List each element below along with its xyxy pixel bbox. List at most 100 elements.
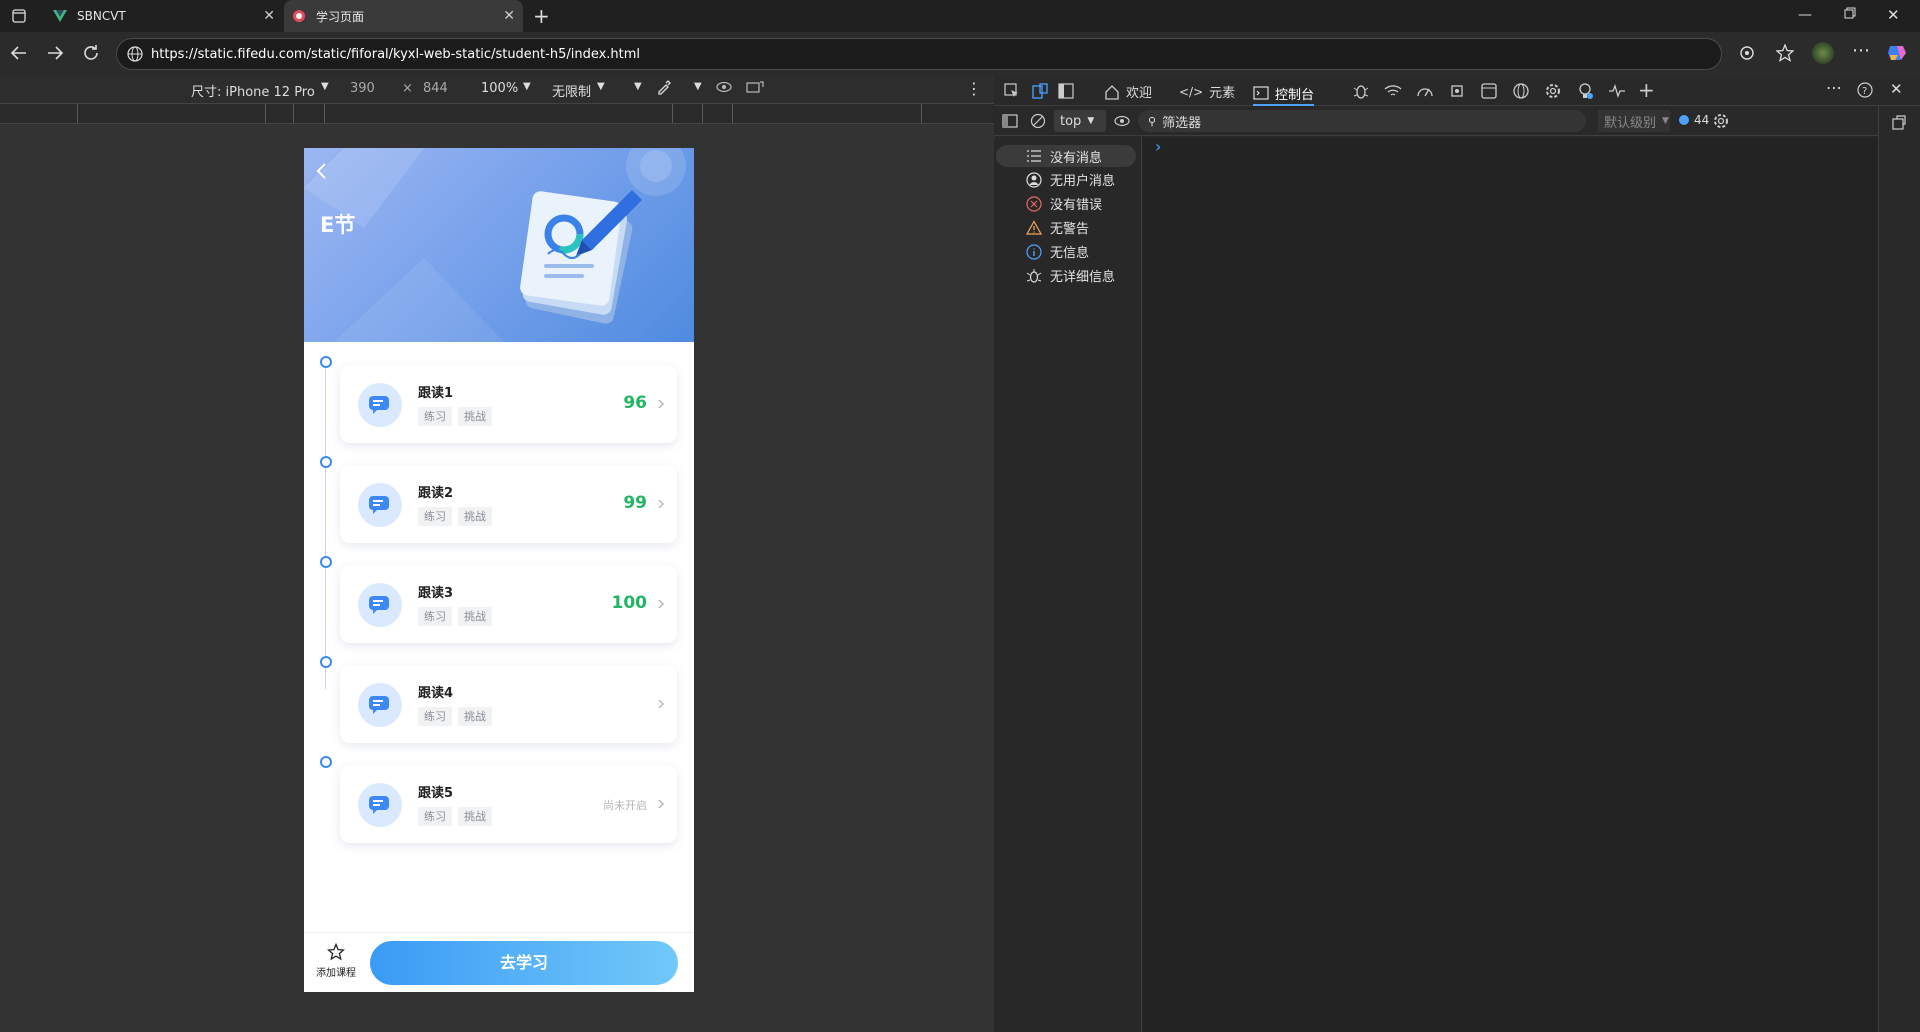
minimize-icon[interactable]: — bbox=[1798, 7, 1812, 23]
more-menu-icon[interactable]: ⋯ bbox=[1852, 40, 1870, 61]
lesson-card[interactable]: 跟读5 练习 挑战 尚未开启 bbox=[340, 765, 677, 843]
console-settings-gear-icon[interactable] bbox=[1712, 112, 1730, 130]
browser-tab-active[interactable]: 学习页面 ✕ bbox=[284, 0, 523, 32]
close-devtools-icon[interactable]: ✕ bbox=[1890, 80, 1903, 98]
bug-icon[interactable] bbox=[1352, 82, 1370, 100]
lesson-card[interactable]: 跟读2 练习 挑战 99 bbox=[340, 465, 677, 543]
width-input[interactable]: 390 bbox=[350, 81, 375, 96]
practice-tag: 练习 bbox=[418, 407, 452, 426]
warning-icon bbox=[1026, 219, 1042, 235]
close-tab-icon[interactable]: ✕ bbox=[503, 8, 515, 24]
lesson-card[interactable]: 跟读1 练习 挑战 96 bbox=[340, 365, 677, 443]
issues-counter[interactable]: 44 bbox=[1678, 113, 1709, 127]
settings-gear-icon[interactable] bbox=[1544, 82, 1562, 100]
sidebar-item-label: 无警告 bbox=[1050, 222, 1090, 237]
challenge-tag: 挑战 bbox=[458, 607, 492, 626]
activity-pulse-icon[interactable] bbox=[1608, 82, 1626, 100]
back-arrow-icon[interactable] bbox=[10, 44, 28, 62]
clear-console-icon[interactable] bbox=[1030, 113, 1046, 129]
devtools-more-icon[interactable]: ⋯ bbox=[1826, 78, 1842, 97]
rotate-icon[interactable] bbox=[746, 80, 764, 94]
tab-welcome-label: 欢迎 bbox=[1126, 86, 1153, 101]
wifi-icon[interactable] bbox=[1384, 82, 1402, 100]
media-query-ruler[interactable] bbox=[0, 103, 994, 124]
restore-icon[interactable] bbox=[1844, 7, 1856, 19]
user-icon bbox=[1026, 171, 1042, 188]
issues-count: 44 bbox=[1694, 113, 1710, 127]
vision-eye-icon[interactable] bbox=[716, 80, 732, 94]
sidebar-item-warnings[interactable]: 无警告 bbox=[1026, 218, 1089, 237]
throttle-select[interactable]: 无限制 bbox=[552, 81, 591, 100]
globe-icon bbox=[127, 46, 143, 62]
devtools-right-strip bbox=[1878, 106, 1920, 1032]
go-learn-button[interactable]: 去学习 bbox=[370, 941, 678, 985]
filter-input[interactable]: ⚲ 筛选器 bbox=[1138, 110, 1586, 132]
live-expression-eye-icon[interactable] bbox=[1114, 114, 1130, 128]
new-tab-icon[interactable]: + bbox=[533, 4, 550, 28]
copilot-icon[interactable] bbox=[1886, 42, 1908, 64]
sidebar-toggle-icon[interactable] bbox=[1002, 113, 1018, 129]
height-input[interactable]: 844 bbox=[423, 81, 448, 96]
back-chevron-icon[interactable] bbox=[316, 162, 328, 180]
network-globe-icon[interactable] bbox=[1512, 82, 1530, 100]
lesson-card[interactable]: 跟读4 练习 挑战 bbox=[340, 665, 677, 743]
close-window-icon[interactable]: ✕ bbox=[1887, 6, 1900, 24]
application-icon[interactable] bbox=[1480, 82, 1498, 100]
dock-side-icon[interactable] bbox=[1058, 83, 1074, 99]
dock-undock-icon[interactable] bbox=[1891, 114, 1907, 130]
device-more-icon[interactable]: ⋮ bbox=[966, 79, 982, 98]
browser-tab-sbncvt[interactable]: SBNCVT ✕ bbox=[45, 0, 283, 32]
lesson-score: 99 bbox=[623, 493, 647, 513]
list-icon bbox=[1027, 150, 1041, 162]
page-title: E节 bbox=[320, 213, 356, 237]
document-pen-illustration bbox=[520, 190, 642, 324]
log-level-select[interactable]: 默认级别 ▼ bbox=[1598, 110, 1670, 132]
lesson-card[interactable]: 跟读3 练习 挑战 100 bbox=[340, 565, 677, 643]
tab-welcome[interactable]: 欢迎 bbox=[1104, 82, 1152, 101]
console-output[interactable]: › bbox=[1143, 137, 1878, 1032]
filter-icon: ⚲ bbox=[1148, 114, 1157, 128]
zoom-select[interactable]: 100% bbox=[481, 81, 518, 96]
device-dimensions-select[interactable]: 尺寸: iPhone 12 Pro bbox=[191, 81, 315, 100]
device-toggle-icon[interactable] bbox=[1032, 83, 1048, 99]
refresh-icon[interactable] bbox=[82, 44, 100, 62]
eyedropper-icon[interactable] bbox=[656, 79, 672, 95]
inspect-element-icon[interactable] bbox=[1004, 83, 1020, 99]
challenge-tag: 挑战 bbox=[458, 407, 492, 426]
help-icon[interactable]: ? bbox=[1856, 81, 1874, 99]
sidebar-item-errors[interactable]: 没有错误 bbox=[1026, 194, 1102, 213]
favorites-icon[interactable] bbox=[1776, 44, 1794, 62]
chevron-down-icon[interactable]: ▼ bbox=[694, 81, 702, 92]
tab-elements[interactable]: </> 元素 bbox=[1179, 82, 1235, 102]
chat-bubble-icon bbox=[358, 483, 402, 527]
tab-actions-icon[interactable] bbox=[12, 9, 26, 23]
sidebar-item-verbose[interactable]: 无详细信息 bbox=[1026, 266, 1115, 285]
lightbulb-icon[interactable] bbox=[1576, 82, 1594, 100]
sidebar-item-label: 无用户消息 bbox=[1050, 174, 1116, 189]
sidebar-item-info[interactable]: 无信息 bbox=[1026, 242, 1089, 261]
add-course-button[interactable]: 添加课程 bbox=[314, 943, 358, 979]
performance-gauge-icon[interactable] bbox=[1416, 82, 1434, 100]
log-level-value: 默认级别 bbox=[1604, 115, 1657, 131]
tab-console[interactable]: 控制台 bbox=[1253, 82, 1315, 106]
add-panel-icon[interactable]: + bbox=[1638, 78, 1655, 102]
sidebar-item-user-messages[interactable]: 无用户消息 bbox=[1026, 170, 1115, 189]
lesson-score: 96 bbox=[623, 393, 647, 413]
address-bar[interactable]: https://static.fifedu.com/static/fiforal… bbox=[116, 38, 1722, 70]
chevron-down-icon: ▼ bbox=[597, 81, 605, 92]
practice-tag: 练习 bbox=[418, 807, 452, 826]
forward-arrow-icon[interactable] bbox=[46, 44, 64, 62]
browser-tab-bar: SBNCVT ✕ 学习页面 ✕ + — ✕ bbox=[0, 0, 1920, 32]
sidebar-item-messages[interactable]: 没有消息 bbox=[996, 145, 1136, 167]
profile-avatar[interactable] bbox=[1812, 42, 1834, 64]
console-icon bbox=[1253, 86, 1269, 100]
not-open-status: 尚未开启 bbox=[603, 799, 647, 812]
chat-bubble-icon bbox=[358, 383, 402, 427]
chevron-down-icon[interactable]: ▼ bbox=[634, 81, 642, 92]
context-select[interactable]: top ▼ bbox=[1054, 110, 1106, 132]
chevron-down-icon: ▼ bbox=[321, 81, 329, 92]
close-tab-icon[interactable]: ✕ bbox=[263, 8, 275, 24]
memory-chip-icon[interactable] bbox=[1448, 82, 1466, 100]
bottom-action-bar: 添加课程 去学习 bbox=[304, 932, 694, 992]
extensions-icon[interactable] bbox=[1738, 44, 1756, 62]
